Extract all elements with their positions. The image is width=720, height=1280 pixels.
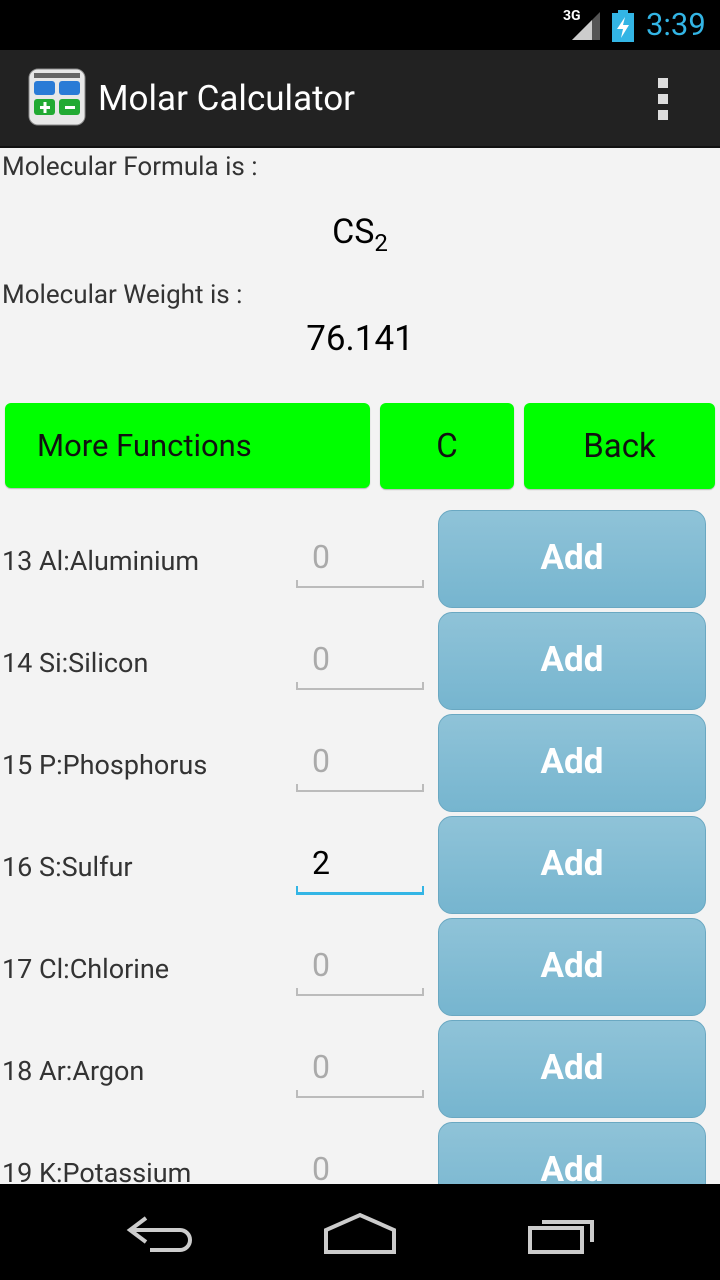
element-count-input[interactable]: 0 — [296, 1048, 424, 1098]
back-button[interactable]: Back — [524, 403, 715, 489]
app-icon — [28, 68, 86, 126]
add-button[interactable]: Add — [438, 612, 706, 710]
element-row-silicon: 14 Si:Silicon 0 Add — [0, 612, 720, 714]
element-row-sulfur: 16 S:Sulfur 2 Add — [0, 816, 720, 918]
element-row-argon: 18 Ar:Argon 0 Add — [0, 1020, 720, 1122]
navigation-bar — [0, 1184, 720, 1280]
add-button[interactable]: Add — [438, 918, 706, 1016]
formula-label: Molecular Formula is : — [2, 152, 258, 182]
weight-label: Molecular Weight is : — [2, 280, 243, 310]
formula-value: CS2 — [0, 212, 720, 257]
signal-icon — [572, 12, 600, 40]
weight-value: 76.141 — [306, 318, 414, 359]
clock: 3:39 — [646, 6, 706, 43]
element-count-input[interactable]: 0 — [296, 538, 424, 588]
element-row-potassium: 19 K:Potassium 0 Add — [0, 1122, 720, 1184]
action-bar: Molar Calculator — [0, 50, 720, 148]
element-count-input[interactable]: 0 — [296, 1150, 424, 1184]
status-bar: 3G 3:39 — [0, 0, 720, 50]
element-name: 18 Ar:Argon — [2, 1055, 145, 1087]
element-name: 14 Si:Silicon — [2, 647, 149, 679]
element-name: 17 Cl:Chlorine — [2, 953, 170, 985]
element-count-input[interactable]: 2 — [296, 844, 424, 895]
formula-subscript: 2 — [374, 228, 388, 257]
add-button[interactable]: Add — [438, 816, 706, 914]
element-row-chlorine: 17 Cl:Chlorine 0 Add — [0, 918, 720, 1020]
carbon-button[interactable]: C — [380, 403, 514, 489]
battery-charging-icon — [612, 10, 634, 42]
element-count-input[interactable]: 0 — [296, 742, 424, 792]
element-name: 19 K:Potassium — [2, 1157, 192, 1184]
add-button[interactable]: Add — [438, 1122, 706, 1184]
element-count-input[interactable]: 0 — [296, 946, 424, 996]
element-row-aluminium: 13 Al:Aluminium 0 Add — [0, 510, 720, 612]
add-button[interactable]: Add — [438, 1020, 706, 1118]
element-row-phosphorus: 15 P:Phosphorus 0 Add — [0, 714, 720, 816]
more-functions-button[interactable]: More Functions — [5, 403, 370, 488]
element-name: 15 P:Phosphorus — [2, 749, 208, 781]
main-content: Molecular Formula is : CS2 Molecular Wei… — [0, 148, 720, 1184]
add-button[interactable]: Add — [438, 714, 706, 812]
element-name: 16 S:Sulfur — [2, 851, 133, 883]
element-name: 13 Al:Aluminium — [2, 545, 200, 577]
add-button[interactable]: Add — [438, 510, 706, 608]
formula-base: CS — [332, 212, 375, 252]
back-nav-icon[interactable] — [124, 1214, 196, 1254]
home-nav-icon[interactable] — [322, 1212, 398, 1256]
overflow-menu-icon[interactable] — [658, 78, 670, 120]
recent-apps-icon[interactable] — [526, 1212, 598, 1256]
app-title: Molar Calculator — [98, 78, 356, 119]
element-count-input[interactable]: 0 — [296, 640, 424, 690]
